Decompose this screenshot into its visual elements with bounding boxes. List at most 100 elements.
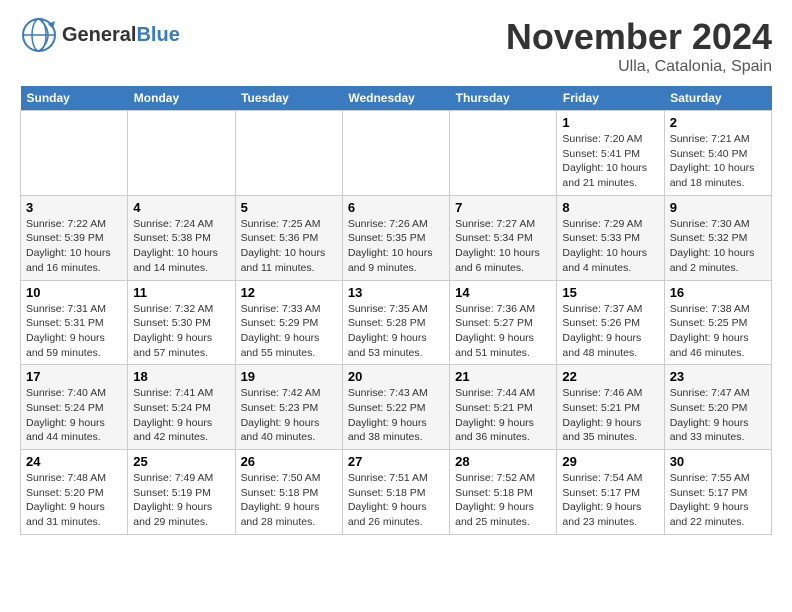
table-row: 15 Sunrise: 7:37 AM Sunset: 5:26 PM Dayli… bbox=[557, 280, 664, 365]
day-info: Sunrise: 7:48 AM Sunset: 5:20 PM Dayligh… bbox=[26, 471, 122, 530]
title-section: November 2024 Ulla, Catalonia, Spain bbox=[506, 16, 772, 76]
logo-general: General bbox=[62, 24, 136, 46]
day-number: 7 bbox=[455, 200, 551, 215]
header-wednesday: Wednesday bbox=[342, 86, 449, 111]
day-info: Sunrise: 7:20 AM Sunset: 5:41 PM Dayligh… bbox=[562, 132, 658, 191]
day-info: Sunrise: 7:51 AM Sunset: 5:18 PM Dayligh… bbox=[348, 471, 444, 530]
header-saturday: Saturday bbox=[664, 86, 771, 111]
day-info: Sunrise: 7:32 AM Sunset: 5:30 PM Dayligh… bbox=[133, 302, 229, 361]
day-number: 25 bbox=[133, 454, 229, 469]
day-number: 24 bbox=[26, 454, 122, 469]
table-row bbox=[342, 111, 449, 196]
day-info: Sunrise: 7:21 AM Sunset: 5:40 PM Dayligh… bbox=[670, 132, 766, 191]
logo-icon bbox=[20, 16, 58, 54]
header-sunday: Sunday bbox=[21, 86, 128, 111]
calendar-table: Sunday Monday Tuesday Wednesday Thursday… bbox=[20, 86, 772, 535]
day-info: Sunrise: 7:26 AM Sunset: 5:35 PM Dayligh… bbox=[348, 217, 444, 276]
location: Ulla, Catalonia, Spain bbox=[506, 58, 772, 76]
table-row: 19Sunrise: 7:42 AM Sunset: 5:23 PM Dayli… bbox=[235, 365, 342, 450]
table-row bbox=[450, 111, 557, 196]
table-row: 22Sunrise: 7:46 AM Sunset: 5:21 PM Dayli… bbox=[557, 365, 664, 450]
day-info: Sunrise: 7:47 AM Sunset: 5:20 PM Dayligh… bbox=[670, 386, 766, 445]
header: GeneralBlue November 2024 Ulla, Cataloni… bbox=[20, 16, 772, 76]
table-row: 8 Sunrise: 7:29 AM Sunset: 5:33 PM Daylig… bbox=[557, 195, 664, 280]
day-number: 6 bbox=[348, 200, 444, 215]
table-row: 13Sunrise: 7:35 AM Sunset: 5:28 PM Dayli… bbox=[342, 280, 449, 365]
calendar-row: 10 Sunrise: 7:31 AM Sunset: 5:31 PM Dayli… bbox=[21, 280, 772, 365]
day-info: Sunrise: 7:33 AM Sunset: 5:29 PM Dayligh… bbox=[241, 302, 337, 361]
day-info: Sunrise: 7:29 AM Sunset: 5:33 PM Dayligh… bbox=[562, 217, 658, 276]
table-row: 28 Sunrise: 7:52 AM Sunset: 5:18 PM Dayli… bbox=[450, 450, 557, 535]
day-info: Sunrise: 7:44 AM Sunset: 5:21 PM Dayligh… bbox=[455, 386, 551, 445]
table-row: 4Sunrise: 7:24 AM Sunset: 5:38 PM Daylig… bbox=[128, 195, 235, 280]
day-number: 12 bbox=[241, 285, 337, 300]
day-info: Sunrise: 7:31 AM Sunset: 5:31 PM Dayligh… bbox=[26, 302, 122, 361]
day-number: 14 bbox=[455, 285, 551, 300]
day-info: Sunrise: 7:43 AM Sunset: 5:22 PM Dayligh… bbox=[348, 386, 444, 445]
table-row: 18 Sunrise: 7:41 AM Sunset: 5:24 PM Dayli… bbox=[128, 365, 235, 450]
day-info: Sunrise: 7:36 AM Sunset: 5:27 PM Dayligh… bbox=[455, 302, 551, 361]
table-row: 29 Sunrise: 7:54 AM Sunset: 5:17 PM Dayli… bbox=[557, 450, 664, 535]
weekday-header-row: Sunday Monday Tuesday Wednesday Thursday… bbox=[21, 86, 772, 111]
day-number: 15 bbox=[562, 285, 658, 300]
day-number: 17 bbox=[26, 369, 122, 384]
day-info: Sunrise: 7:38 AM Sunset: 5:25 PM Dayligh… bbox=[670, 302, 766, 361]
table-row bbox=[235, 111, 342, 196]
table-row: 3Sunrise: 7:22 AM Sunset: 5:39 PM Daylig… bbox=[21, 195, 128, 280]
table-row: 24 Sunrise: 7:48 AM Sunset: 5:20 PM Dayli… bbox=[21, 450, 128, 535]
table-row: 9 Sunrise: 7:30 AM Sunset: 5:32 PM Daylig… bbox=[664, 195, 771, 280]
table-row bbox=[128, 111, 235, 196]
table-row: 12 Sunrise: 7:33 AM Sunset: 5:29 PM Dayli… bbox=[235, 280, 342, 365]
day-number: 1 bbox=[562, 115, 658, 130]
day-info: Sunrise: 7:52 AM Sunset: 5:18 PM Dayligh… bbox=[455, 471, 551, 530]
day-info: Sunrise: 7:54 AM Sunset: 5:17 PM Dayligh… bbox=[562, 471, 658, 530]
day-number: 4 bbox=[133, 200, 229, 215]
calendar-row: 24 Sunrise: 7:48 AM Sunset: 5:20 PM Dayli… bbox=[21, 450, 772, 535]
table-row: 5Sunrise: 7:25 AM Sunset: 5:36 PM Daylig… bbox=[235, 195, 342, 280]
table-row bbox=[21, 111, 128, 196]
table-row: 6 Sunrise: 7:26 AM Sunset: 5:35 PM Daylig… bbox=[342, 195, 449, 280]
day-number: 20 bbox=[348, 369, 444, 384]
table-row: 26 Sunrise: 7:50 AM Sunset: 5:18 PM Dayli… bbox=[235, 450, 342, 535]
header-friday: Friday bbox=[557, 86, 664, 111]
day-number: 11 bbox=[133, 285, 229, 300]
day-info: Sunrise: 7:55 AM Sunset: 5:17 PM Dayligh… bbox=[670, 471, 766, 530]
table-row: 14 Sunrise: 7:36 AM Sunset: 5:27 PM Dayli… bbox=[450, 280, 557, 365]
day-info: Sunrise: 7:50 AM Sunset: 5:18 PM Dayligh… bbox=[241, 471, 337, 530]
day-number: 22 bbox=[562, 369, 658, 384]
table-row: 10 Sunrise: 7:31 AM Sunset: 5:31 PM Dayli… bbox=[21, 280, 128, 365]
calendar-row: 17Sunrise: 7:40 AM Sunset: 5:24 PM Dayli… bbox=[21, 365, 772, 450]
day-number: 9 bbox=[670, 200, 766, 215]
table-row: 7Sunrise: 7:27 AM Sunset: 5:34 PM Daylig… bbox=[450, 195, 557, 280]
day-number: 28 bbox=[455, 454, 551, 469]
table-row: 25 Sunrise: 7:49 AM Sunset: 5:19 PM Dayli… bbox=[128, 450, 235, 535]
table-row: 16 Sunrise: 7:38 AM Sunset: 5:25 PM Dayli… bbox=[664, 280, 771, 365]
logo-text: GeneralBlue bbox=[62, 24, 180, 46]
day-number: 21 bbox=[455, 369, 551, 384]
day-number: 30 bbox=[670, 454, 766, 469]
day-number: 29 bbox=[562, 454, 658, 469]
header-tuesday: Tuesday bbox=[235, 86, 342, 111]
day-number: 27 bbox=[348, 454, 444, 469]
table-row: 27 Sunrise: 7:51 AM Sunset: 5:18 PM Dayli… bbox=[342, 450, 449, 535]
month-title: November 2024 bbox=[506, 16, 772, 58]
day-number: 3 bbox=[26, 200, 122, 215]
day-info: Sunrise: 7:30 AM Sunset: 5:32 PM Dayligh… bbox=[670, 217, 766, 276]
table-row: 21 Sunrise: 7:44 AM Sunset: 5:21 PM Dayli… bbox=[450, 365, 557, 450]
day-number: 8 bbox=[562, 200, 658, 215]
day-info: Sunrise: 7:37 AM Sunset: 5:26 PM Dayligh… bbox=[562, 302, 658, 361]
day-info: Sunrise: 7:41 AM Sunset: 5:24 PM Dayligh… bbox=[133, 386, 229, 445]
day-info: Sunrise: 7:49 AM Sunset: 5:19 PM Dayligh… bbox=[133, 471, 229, 530]
day-number: 10 bbox=[26, 285, 122, 300]
page-container: GeneralBlue November 2024 Ulla, Cataloni… bbox=[0, 0, 792, 551]
table-row: 17Sunrise: 7:40 AM Sunset: 5:24 PM Dayli… bbox=[21, 365, 128, 450]
calendar-row: 3Sunrise: 7:22 AM Sunset: 5:39 PM Daylig… bbox=[21, 195, 772, 280]
table-row: 11 Sunrise: 7:32 AM Sunset: 5:30 PM Dayli… bbox=[128, 280, 235, 365]
calendar-row: 1 Sunrise: 7:20 AM Sunset: 5:41 PM Daylig… bbox=[21, 111, 772, 196]
table-row: 1 Sunrise: 7:20 AM Sunset: 5:41 PM Daylig… bbox=[557, 111, 664, 196]
day-number: 26 bbox=[241, 454, 337, 469]
day-number: 16 bbox=[670, 285, 766, 300]
day-info: Sunrise: 7:25 AM Sunset: 5:36 PM Dayligh… bbox=[241, 217, 337, 276]
day-number: 19 bbox=[241, 369, 337, 384]
day-number: 18 bbox=[133, 369, 229, 384]
